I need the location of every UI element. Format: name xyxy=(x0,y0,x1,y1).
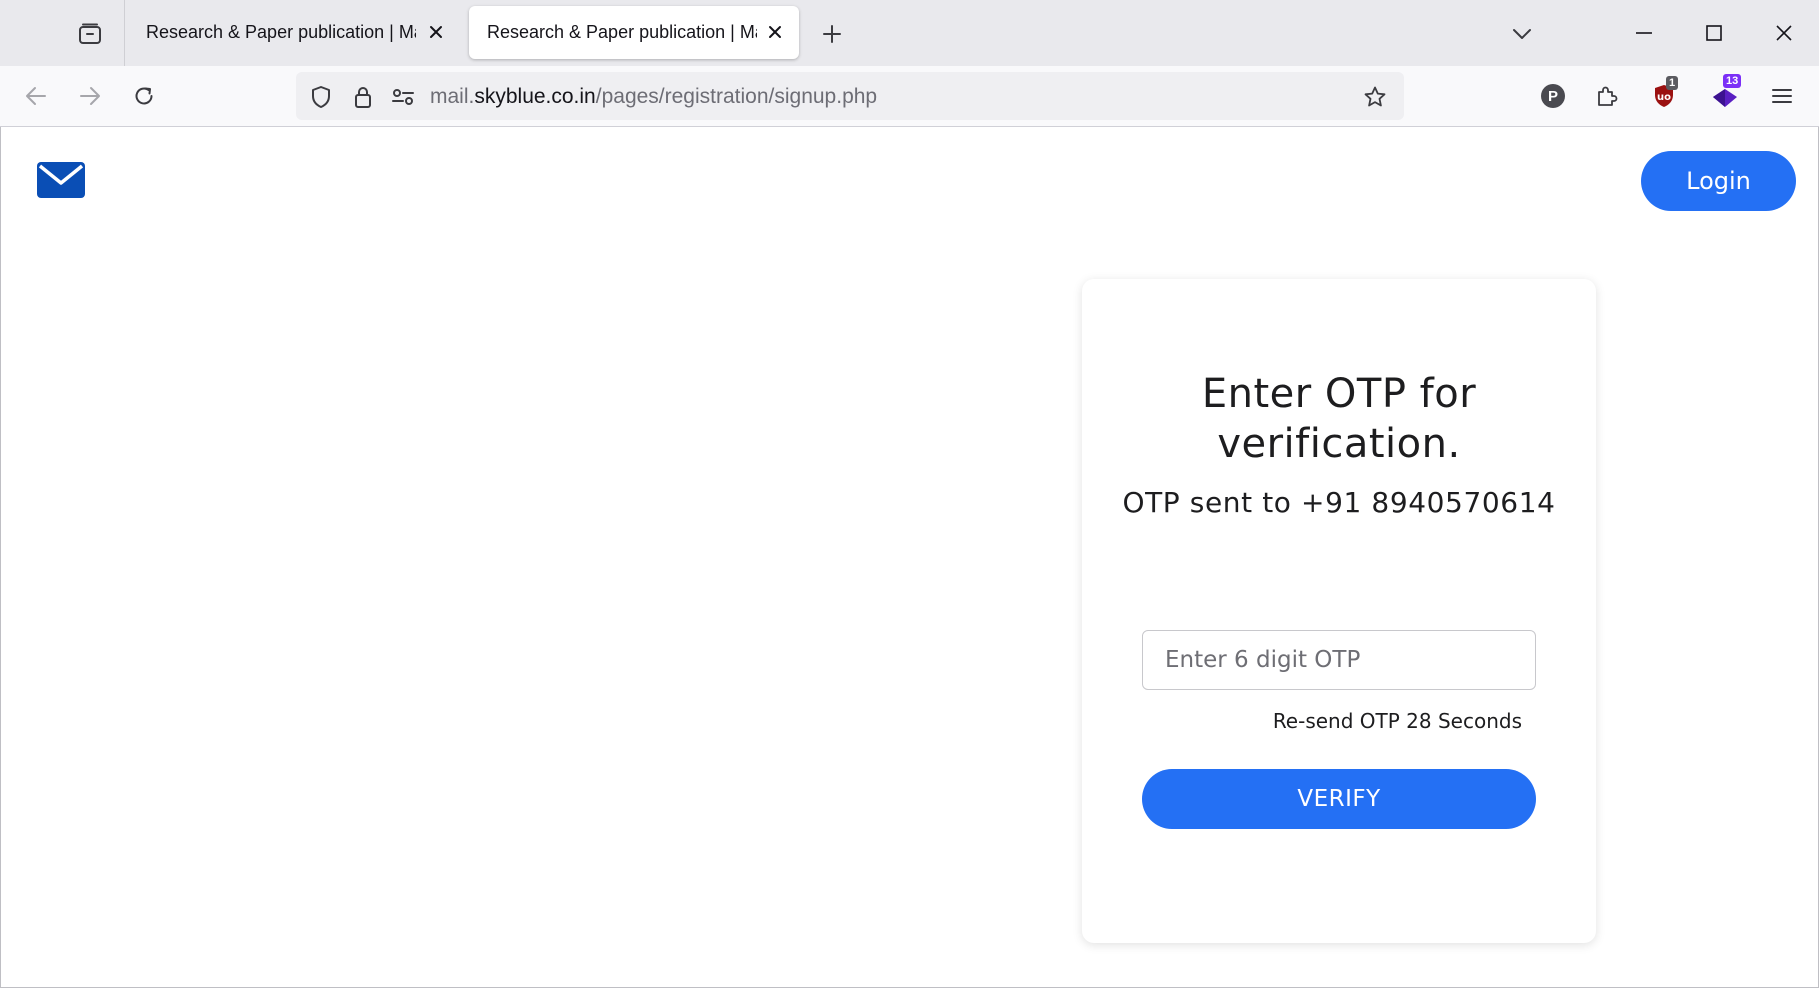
reload-icon xyxy=(135,87,153,105)
otp-card-title: Enter OTP for verification. xyxy=(1201,371,1477,467)
tab-research-paper-2[interactable]: Research & Paper publication | Mail xyxy=(469,6,799,59)
arrow-right-icon xyxy=(80,87,100,105)
browser-chrome: Research & Paper publication | Mail Rese… xyxy=(0,0,1819,127)
list-all-tabs-button[interactable] xyxy=(1502,15,1542,53)
extensions-button[interactable] xyxy=(1585,74,1629,118)
otp-verification-card: Enter OTP for verification. OTP sent to … xyxy=(1082,279,1596,943)
tab-close-button[interactable] xyxy=(424,20,448,44)
window-maximize-button[interactable] xyxy=(1684,8,1744,58)
hamburger-menu-icon xyxy=(1772,89,1792,103)
chevron-down-icon xyxy=(1513,29,1531,39)
profile-extension-button[interactable]: P xyxy=(1531,74,1575,118)
url-path: /pages/registration/signup.php xyxy=(595,85,878,108)
tab-bar: Research & Paper publication | Mail Rese… xyxy=(0,0,1819,66)
minimize-icon xyxy=(1636,32,1652,34)
url-bar[interactable]: mail.skyblue.co.in/pages/registration/si… xyxy=(296,72,1404,120)
new-tab-button[interactable] xyxy=(812,15,852,53)
plus-icon xyxy=(823,25,841,43)
verify-button[interactable]: VERIFY xyxy=(1142,769,1536,829)
close-icon xyxy=(1776,25,1792,41)
permissions-icon xyxy=(392,89,414,105)
forward-button[interactable] xyxy=(68,74,112,118)
site-permissions-button[interactable] xyxy=(390,84,416,110)
url-prefix: mail. xyxy=(430,85,475,108)
star-icon xyxy=(1364,86,1386,107)
tab-separator xyxy=(124,0,125,66)
login-button[interactable]: Login xyxy=(1641,151,1796,211)
site-security-button[interactable] xyxy=(350,84,376,110)
tab-title: Research & Paper publication | Mail xyxy=(487,22,757,42)
lock-icon xyxy=(355,87,371,108)
otp-input[interactable] xyxy=(1142,630,1536,690)
close-icon xyxy=(769,26,781,38)
tab-title: Research & Paper publication | Mail xyxy=(146,22,416,42)
profile-letter: P xyxy=(1547,87,1558,105)
ublock-extension-button[interactable]: uo 1 xyxy=(1642,74,1686,118)
arrow-left-icon xyxy=(26,87,46,105)
page-content: Login Enter OTP for verification. OTP se… xyxy=(0,127,1819,988)
otp-sent-to-text: OTP sent to +91 8940570614 xyxy=(1122,486,1556,519)
window-minimize-button[interactable] xyxy=(1614,8,1674,58)
close-icon xyxy=(430,26,442,38)
svg-text:uo: uo xyxy=(1657,92,1671,103)
resend-otp-timer: Re-send OTP 28 Seconds xyxy=(1272,709,1522,733)
purple-extension-badge: 13 xyxy=(1723,74,1742,88)
navigation-toolbar: mail.skyblue.co.in/pages/registration/si… xyxy=(0,66,1819,127)
shield-icon xyxy=(312,86,330,108)
tab-manager-icon xyxy=(79,23,101,44)
ublock-badge: 1 xyxy=(1666,76,1679,90)
tab-close-button[interactable] xyxy=(763,20,787,44)
url-text[interactable]: mail.skyblue.co.in/pages/registration/si… xyxy=(430,85,877,109)
envelope-icon xyxy=(37,162,85,198)
maximize-icon xyxy=(1706,25,1722,41)
tab-research-paper-1[interactable]: Research & Paper publication | Mail xyxy=(128,6,460,59)
tab-manager-button[interactable] xyxy=(70,15,110,53)
bookmark-button[interactable] xyxy=(1362,84,1388,110)
tracking-protection-button[interactable] xyxy=(308,84,334,110)
url-host: skyblue.co.in xyxy=(474,85,596,108)
window-close-button[interactable] xyxy=(1754,8,1814,58)
app-menu-button[interactable] xyxy=(1760,74,1804,118)
reload-button[interactable] xyxy=(122,74,166,118)
site-logo[interactable] xyxy=(37,162,85,198)
puzzle-icon xyxy=(1598,86,1618,106)
purple-extension-button[interactable]: 13 xyxy=(1703,74,1747,118)
back-button[interactable] xyxy=(14,74,58,118)
